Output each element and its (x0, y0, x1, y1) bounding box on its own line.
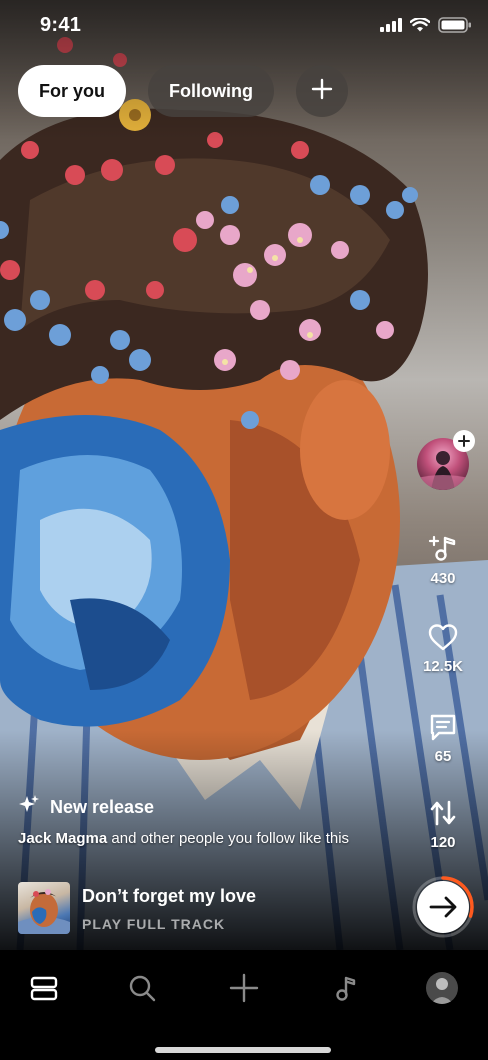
like-button[interactable]: 12.5K (414, 622, 472, 675)
repost-button[interactable]: 120 (414, 798, 472, 851)
add-feed-button[interactable] (296, 65, 348, 117)
screen: 9:41 For you Following 430 12.5K 65 120 … (0, 0, 488, 1060)
wifi-icon (409, 16, 431, 37)
nav-feed[interactable] (26, 972, 62, 1008)
search-icon (128, 974, 156, 1007)
track-artwork (18, 882, 70, 934)
new-release-label: New release (50, 797, 155, 817)
tab-for-you[interactable]: For you (18, 65, 126, 117)
nav-upload[interactable] (226, 972, 262, 1008)
track-title: Don’t forget my love (82, 886, 257, 906)
heart-icon (414, 622, 472, 652)
repost-icon (414, 798, 472, 828)
new-release-tag: New release (18, 794, 154, 821)
comment-count: 65 (434, 748, 452, 765)
cellular-signal-icon (380, 18, 402, 37)
profile-avatar (425, 971, 459, 1010)
add-to-playlist-button[interactable]: 430 (414, 534, 472, 587)
follow-plus-icon[interactable] (453, 430, 475, 452)
comment-button[interactable]: 65 (414, 712, 472, 765)
tab-following[interactable]: Following (148, 65, 274, 117)
play-full-track-label[interactable]: PLAY FULL TRACK (82, 916, 225, 932)
status-icons (380, 16, 472, 38)
music-plus-icon (414, 534, 472, 564)
nav-search[interactable] (124, 972, 160, 1008)
track-info[interactable]: Don’t forget my love PLAY FULL TRACK (18, 882, 398, 934)
status-bar: 9:41 (0, 0, 488, 50)
feed-tabs: For you Following (18, 65, 348, 117)
artist-avatar-button[interactable] (417, 430, 475, 490)
bottom-nav (0, 950, 488, 1060)
home-indicator (155, 1047, 331, 1053)
nav-library[interactable] (328, 972, 364, 1008)
tab-for-you-label: For you (39, 80, 105, 101)
nav-profile[interactable] (424, 971, 460, 1010)
like-count: 12.5K (422, 658, 464, 675)
repost-count: 120 (430, 834, 456, 851)
social-proof-text: Jack Magma and other people you follow l… (18, 830, 349, 847)
battery-icon (438, 17, 472, 38)
tab-following-label: Following (169, 80, 253, 101)
follower-name[interactable]: Jack Magma (18, 830, 107, 847)
upload-icon (229, 973, 259, 1008)
add-count: 430 (430, 570, 456, 587)
feed-icon (30, 974, 58, 1007)
sparkle-icon (18, 794, 40, 821)
comment-icon (414, 712, 472, 742)
plus-icon (311, 78, 333, 105)
open-track-button[interactable] (412, 876, 474, 938)
status-time: 9:41 (40, 14, 82, 36)
follower-text: and other people you follow like this (107, 830, 350, 847)
library-icon (332, 974, 360, 1007)
